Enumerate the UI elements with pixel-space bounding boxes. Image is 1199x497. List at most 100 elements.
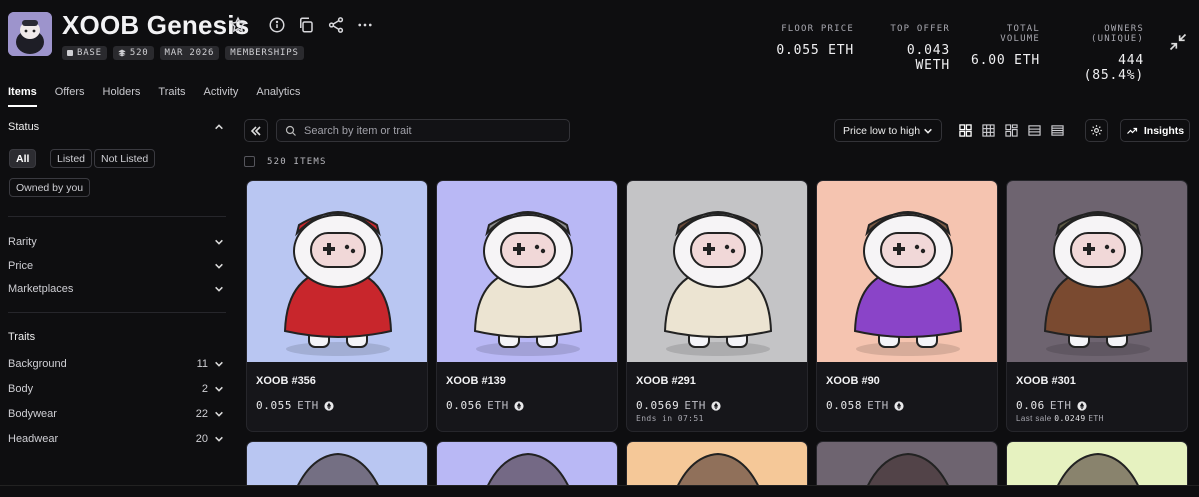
nft-card[interactable]: XOOB #139 0.056 ETH [436, 180, 618, 432]
top-offer-stat: TOP OFFER 0.043 WETH [890, 24, 950, 73]
chevron-down-icon [215, 411, 223, 417]
sort-dropdown[interactable]: Price low to high [834, 119, 942, 142]
chevron-down-icon [924, 128, 932, 134]
more-options-icon[interactable] [356, 16, 374, 34]
tab-analytics[interactable]: Analytics [256, 86, 300, 107]
large-grid-view-button[interactable] [956, 119, 974, 142]
nft-image[interactable] [627, 181, 807, 362]
trait-headwear[interactable]: Headwear 20 [8, 433, 224, 445]
filter-rarity[interactable]: Rarity [8, 236, 224, 248]
traits-section-header: Traits [8, 331, 36, 343]
chevron-down-icon [215, 286, 223, 292]
tab-holders[interactable]: Holders [103, 86, 141, 107]
sidebar-divider [8, 312, 226, 313]
gear-icon [1091, 125, 1102, 136]
nft-price: 0.056 ETH [446, 399, 524, 412]
nft-image[interactable] [437, 181, 617, 362]
collection-avatar [8, 12, 52, 56]
search-input[interactable] [304, 124, 554, 137]
chevron-up-icon [215, 124, 223, 130]
mosaic-view-button[interactable] [1002, 119, 1020, 142]
nft-card[interactable]: XOOB #301 0.06 ETH Last sale 0.0249 ETH [1006, 180, 1188, 432]
star-icon[interactable] [229, 16, 247, 34]
select-all-checkbox[interactable] [244, 156, 255, 167]
table-icon [1050, 125, 1064, 136]
tab-activity[interactable]: Activity [204, 86, 239, 107]
sidebar-divider [8, 216, 226, 217]
chevron-down-icon [215, 239, 223, 245]
base-chain-icon [67, 50, 73, 56]
nft-name: XOOB #356 [256, 375, 316, 387]
chevron-down-icon [215, 263, 223, 269]
nft-card[interactable]: XOOB #356 0.055 ETH [246, 180, 428, 432]
copy-icon[interactable] [297, 16, 315, 34]
settings-button[interactable] [1085, 119, 1108, 142]
trend-up-icon [1126, 127, 1137, 134]
nft-card[interactable]: XOOB #291 0.0569 ETH Ends in 07:51 [626, 180, 808, 432]
small-grid-view-button[interactable] [979, 119, 997, 142]
tab-traits[interactable]: Traits [158, 86, 185, 107]
items-count-row: 520 ITEMS [244, 156, 327, 167]
ethereum-icon [324, 400, 334, 411]
status-section-header[interactable]: Status [8, 121, 224, 133]
share-icon[interactable] [327, 16, 345, 34]
double-chevron-left-icon [250, 125, 261, 136]
nft-price: 0.058 ETH [826, 399, 904, 412]
nft-name: XOOB #90 [826, 375, 880, 387]
ethereum-icon [894, 400, 904, 411]
trait-body[interactable]: Body 2 [8, 383, 224, 395]
small-grid-icon [981, 124, 995, 137]
last-sale: Last sale 0.0249 ETH [1016, 414, 1104, 423]
nft-price: 0.055 ETH [256, 399, 334, 412]
chain-badge: BASE [62, 46, 107, 60]
info-icon[interactable] [268, 16, 286, 34]
nft-name: XOOB #301 [1016, 375, 1076, 387]
large-grid-icon [958, 124, 972, 137]
collapse-header-icon[interactable] [1168, 32, 1188, 52]
tab-offers[interactable]: Offers [55, 86, 85, 107]
total-volume-stat: TOTAL VOLUME 6.00 ETH [970, 24, 1040, 68]
list-view-button[interactable] [1025, 119, 1043, 142]
date-badge: MAR 2026 [159, 46, 220, 60]
nft-image[interactable] [817, 181, 997, 362]
collection-tabs: Items Offers Holders Traits Activity Ana… [8, 86, 318, 107]
ethereum-icon [1076, 400, 1087, 411]
insights-button[interactable]: Insights [1120, 119, 1190, 142]
floor-price-stat: FLOOR PRICE 0.055 ETH [776, 24, 854, 58]
chevron-down-icon [215, 386, 223, 392]
nft-card[interactable]: XOOB #90 0.058 ETH [816, 180, 998, 432]
list-icon [1027, 125, 1041, 136]
chevron-down-icon [215, 361, 223, 367]
collapse-filters-button[interactable] [244, 119, 268, 142]
collection-title: XOOB Genesis [62, 10, 250, 40]
trait-bodywear[interactable]: Bodywear 22 [8, 408, 224, 420]
status-listed-button[interactable]: Listed [50, 149, 93, 168]
mosaic-grid-icon [1004, 124, 1018, 137]
stack-icon [118, 49, 126, 57]
bottom-bar [0, 485, 1199, 497]
tab-items[interactable]: Items [8, 86, 37, 107]
status-all-button[interactable]: All [9, 149, 37, 168]
category-badge: MEMBERSHIPS [225, 46, 304, 60]
supply-badge: 520 [112, 46, 154, 60]
search-bar[interactable] [276, 119, 570, 142]
filter-marketplaces[interactable]: Marketplaces [8, 283, 224, 295]
search-icon [285, 125, 296, 136]
nft-name: XOOB #291 [636, 375, 696, 387]
table-view-button[interactable] [1048, 119, 1066, 142]
nft-price: 0.06 ETH [1016, 399, 1087, 412]
nft-name: XOOB #139 [446, 375, 506, 387]
collection-badges: BASE 520 MAR 2026 MEMBERSHIPS [62, 46, 304, 60]
nft-price: 0.0569 ETH [636, 399, 721, 412]
trait-background[interactable]: Background 11 [8, 358, 224, 370]
collection-header: XOOB Genesis BASE 520 MAR 2026 MEMBERSHI… [0, 0, 1199, 83]
filter-price[interactable]: Price [8, 260, 224, 272]
ethereum-icon [711, 400, 721, 411]
auction-timer: Ends in 07:51 [636, 414, 704, 423]
nft-image[interactable] [1007, 181, 1187, 362]
status-owned-button[interactable]: Owned by you [9, 178, 91, 197]
ethereum-icon [514, 400, 524, 411]
nft-image[interactable] [247, 181, 427, 362]
status-not-listed-button[interactable]: Not Listed [94, 149, 156, 168]
owners-stat: OWNERS (UNIQUE) 444 (85.4%) [1083, 24, 1144, 83]
